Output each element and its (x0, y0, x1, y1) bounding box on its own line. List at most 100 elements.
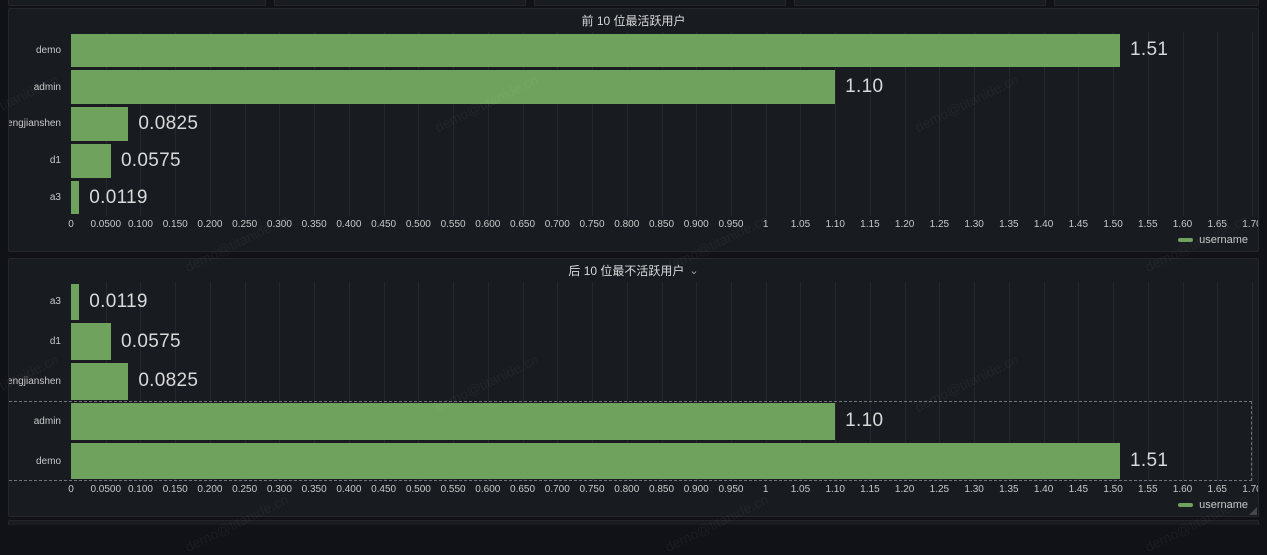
bar-area: 1.51 (71, 32, 1252, 69)
bar-dengjianshen[interactable] (71, 107, 128, 141)
legend-label: username (1199, 234, 1248, 246)
x-tick-label: 0.900 (684, 484, 709, 495)
category-label: d1 (9, 322, 71, 362)
bar-area: 0.0825 (71, 106, 1252, 143)
x-tick-label: 1.30 (964, 219, 983, 230)
x-tick-label: 0.500 (406, 219, 431, 230)
bar-area: 0.0825 (71, 362, 1252, 402)
category-label: admin (9, 401, 71, 441)
x-tick-label: 1.40 (1034, 484, 1053, 495)
x-tick-label: 0.700 (545, 484, 570, 495)
bar-admin[interactable] (71, 70, 835, 104)
x-tick-label: 1.70 (1242, 484, 1259, 495)
category-label: d1 (9, 142, 71, 179)
clipped-panel-stub (794, 0, 1046, 6)
legend-item-username[interactable]: username (1178, 499, 1248, 511)
x-tick-label: 1.55 (1138, 219, 1157, 230)
bar-chart: demo1.51admin 1.10 dengjianshen 0.0825 d1 0.0… (9, 32, 1252, 216)
chart-row-demo: demo1.51 (9, 32, 1252, 69)
panel-header[interactable]: 后 10 位最不活跃用户 ⌄ (9, 259, 1258, 282)
x-tick-label: 1.70 (1242, 219, 1259, 230)
x-tick-label: 1.50 (1103, 219, 1122, 230)
chart-row-dengjianshen: dengjianshen0.0825 (9, 362, 1252, 402)
legend: username (9, 232, 1248, 251)
value-label: 0.0825 (138, 370, 198, 392)
x-tick-label: 1.20 (895, 219, 914, 230)
bar-d1[interactable] (71, 323, 111, 360)
clipped-panel-stub (1054, 0, 1259, 6)
x-tick-label: 1.15 (860, 219, 879, 230)
value-label: 1.10 (845, 410, 883, 432)
value-label: 0.0119 (89, 291, 148, 313)
x-axis: 00.05000.1000.1500.2000.2500.3000.3500.4… (71, 481, 1252, 497)
chart-row-d1: d1 0.0575 (9, 322, 1252, 362)
bar-dengjianshen[interactable] (71, 363, 128, 400)
x-tick-label: 0.600 (475, 484, 500, 495)
value-label: 0.0825 (138, 113, 198, 135)
value-label: 1.51 (1130, 450, 1168, 472)
x-tick-label: 0.0500 (90, 484, 121, 495)
category-label: a3 (9, 282, 71, 322)
value-label: 0.0575 (121, 150, 181, 172)
chart-row-demo: demo1.51 (9, 441, 1252, 481)
x-tick-label: 0.400 (336, 219, 361, 230)
gridline (1252, 282, 1253, 481)
legend-swatch-icon (1178, 238, 1193, 242)
chart-row-admin: admin 1.10 (9, 69, 1252, 106)
x-tick-label: 0.850 (649, 219, 674, 230)
legend-item-username[interactable]: username (1178, 234, 1248, 246)
x-tick-label: 0.300 (267, 219, 292, 230)
x-tick-label: 0.650 (510, 219, 535, 230)
x-tick-label: 1.45 (1069, 219, 1088, 230)
x-tick-label: 0.350 (302, 484, 327, 495)
x-tick-label: 1 (763, 219, 769, 230)
x-tick-label: 0.950 (718, 219, 743, 230)
bar-admin[interactable] (71, 403, 835, 440)
legend: username (9, 497, 1248, 516)
panel-resize-handle[interactable] (1249, 507, 1257, 515)
x-tick-label: 1.05 (791, 219, 810, 230)
chart-row-d1: d1 0.0575 (9, 142, 1252, 179)
x-tick-label: 0.150 (163, 484, 188, 495)
x-tick-label: 0.750 (580, 484, 605, 495)
value-label: 0.0119 (89, 187, 148, 209)
x-tick-label: 0.800 (614, 484, 639, 495)
bar-a3[interactable] (71, 284, 79, 321)
x-tick-label: 0.800 (614, 219, 639, 230)
x-tick-label: 0.400 (336, 484, 361, 495)
x-tick-label: 0.600 (475, 219, 500, 230)
bar-area: 0.0119 (71, 282, 1252, 322)
x-axis: 00.05000.1000.1500.2000.2500.3000.3500.4… (71, 216, 1252, 232)
chart-row-a3: a3 0.0119 (9, 282, 1252, 322)
x-tick-label: 0.300 (267, 484, 292, 495)
category-label: demo (9, 32, 71, 69)
panel-title[interactable]: 前 10 位最活跃用户 (581, 12, 685, 29)
bar-demo[interactable] (71, 443, 1120, 480)
x-tick-label: 1.15 (860, 484, 879, 495)
x-tick-label: 1.35 (999, 219, 1018, 230)
x-tick-label: 0.250 (232, 484, 257, 495)
value-label: 1.10 (845, 76, 883, 98)
x-tick-label: 0.550 (441, 484, 466, 495)
category-label: admin (9, 69, 71, 106)
bar-area: 0.0575 (71, 322, 1252, 362)
x-tick-label: 0 (68, 219, 74, 230)
bar-d1[interactable] (71, 144, 111, 178)
x-tick-label: 1.25 (930, 219, 949, 230)
x-tick-label: 0.700 (545, 219, 570, 230)
x-tick-label: 0.650 (510, 484, 535, 495)
panel-header[interactable]: 前 10 位最活跃用户 (9, 9, 1258, 32)
category-label: dengjianshen (9, 106, 71, 143)
bar-demo[interactable] (71, 34, 1120, 68)
bar-chart: a3 0.0119 d1 0.0575 dengjianshen0.0825admin 1… (9, 282, 1252, 481)
panel-menu-caret-icon[interactable]: ⌄ (689, 267, 698, 275)
bar-a3[interactable] (71, 181, 79, 215)
bar-area: 1.51 (71, 441, 1252, 481)
value-label: 0.0575 (121, 331, 181, 353)
panel-title[interactable]: 后 10 位最不活跃用户 (568, 262, 684, 279)
bar-area: 1.10 (71, 401, 1252, 441)
chart-row-a3: a30.0119 (9, 179, 1252, 216)
x-tick-label: 1.10 (825, 484, 844, 495)
x-tick-label: 1.50 (1103, 484, 1122, 495)
x-tick-label: 1.60 (1173, 219, 1192, 230)
